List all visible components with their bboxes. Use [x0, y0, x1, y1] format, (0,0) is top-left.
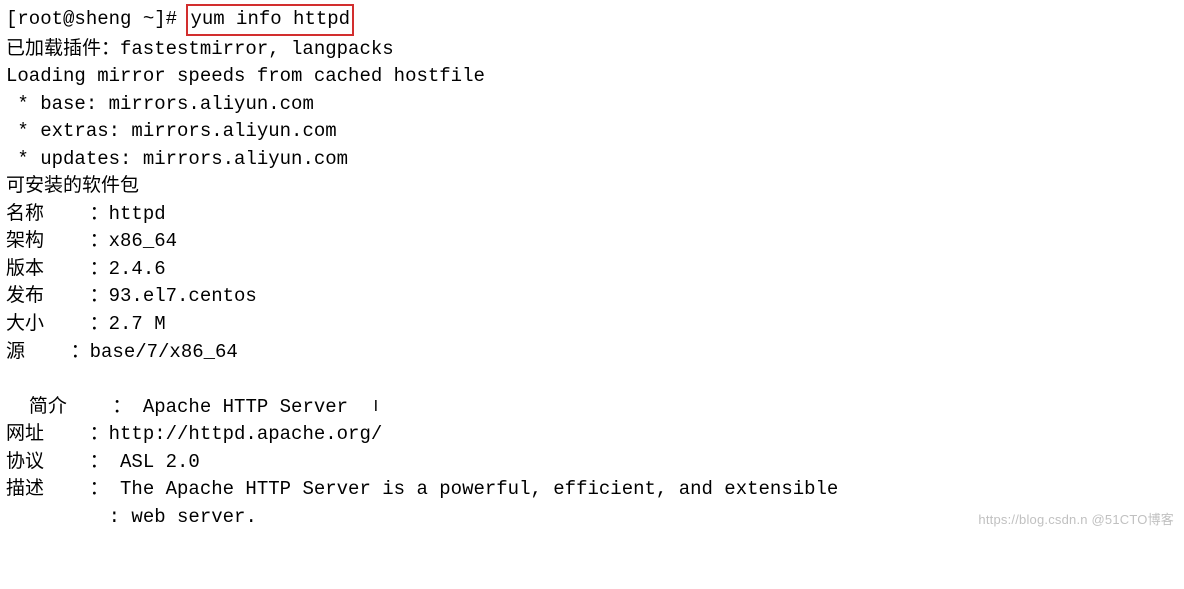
shell-prompt: [root@sheng ~]# [6, 6, 188, 34]
prompt-line[interactable]: [root@sheng ~]# yum info httpd [6, 4, 1178, 36]
mirror-base-line: * base: mirrors.aliyun.com [6, 91, 1178, 119]
pkg-arch: 架构 ：x86_64 [6, 228, 1178, 256]
pkg-repo: 源 ：base/7/x86_64 [6, 339, 1178, 367]
section-header: 可安装的软件包 [6, 173, 1178, 201]
pkg-license: 协议 ： ASL 2.0 [6, 449, 1178, 477]
watermark-text: https://blog.csdn.n @51CTO博客 [978, 511, 1174, 530]
pkg-summary-text: 简介 ： Apache HTTP Server [29, 396, 371, 418]
plugins-line: 已加载插件：fastestmirror, langpacks [6, 36, 1178, 64]
pkg-name: 名称 ：httpd [6, 201, 1178, 229]
pkg-desc-1: 描述 ： The Apache HTTP Server is a powerfu… [6, 476, 1178, 504]
mirror-extras-line: * extras: mirrors.aliyun.com [6, 118, 1178, 146]
pkg-url: 网址 ：http://httpd.apache.org/ [6, 421, 1178, 449]
pkg-version: 版本 ：2.4.6 [6, 256, 1178, 284]
command-highlight: yum info httpd [186, 4, 354, 36]
text-cursor-icon: I [371, 395, 381, 418]
pkg-size: 大小 ：2.7 M [6, 311, 1178, 339]
mirror-updates-line: * updates: mirrors.aliyun.com [6, 146, 1178, 174]
loading-line: Loading mirror speeds from cached hostfi… [6, 63, 1178, 91]
pkg-summary: 简介 ： Apache HTTP Server I [6, 366, 1178, 421]
pkg-release: 发布 ：93.el7.centos [6, 283, 1178, 311]
